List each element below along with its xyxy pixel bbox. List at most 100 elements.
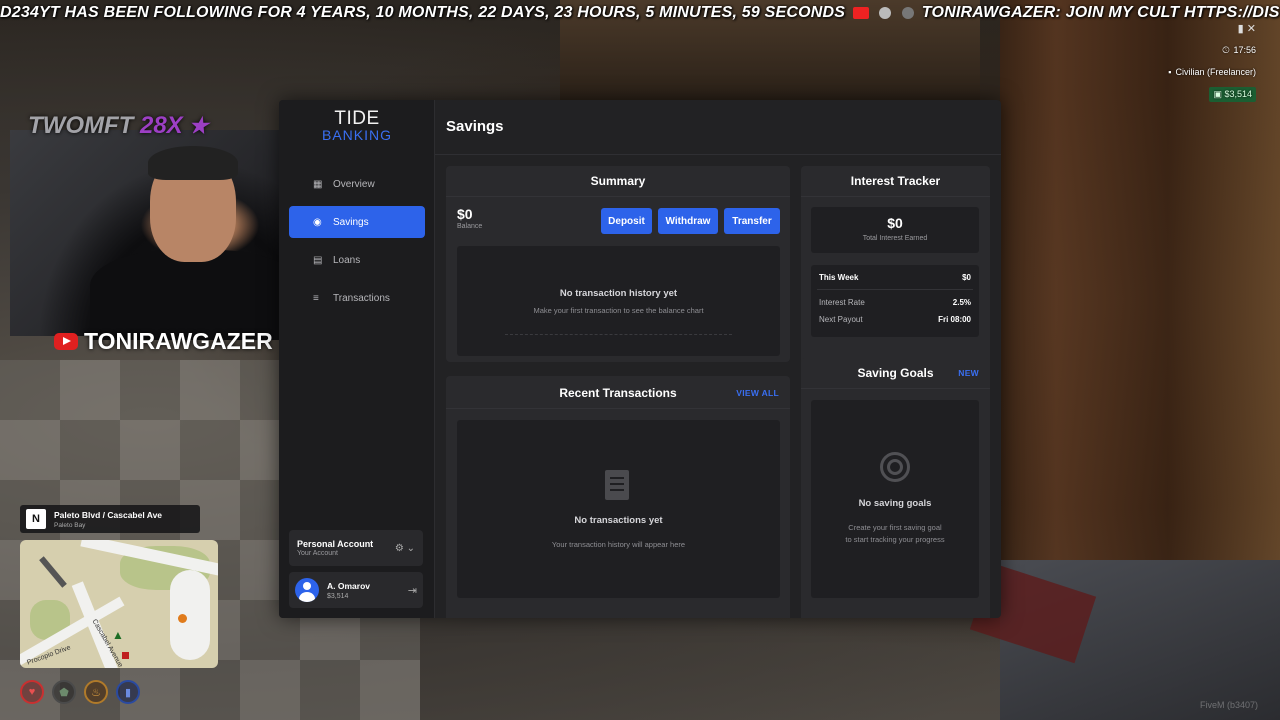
compass-icon: N <box>26 509 46 529</box>
ticker-text-2: TONIRAWGAZER: JOIN MY CULT HTTPS://DISCO… <box>921 4 1280 21</box>
health-icon: ♥ <box>20 680 44 704</box>
account-selector[interactable]: Personal Account Your Account ⚙ ⌄ <box>289 530 423 566</box>
account-title: Personal Account <box>297 539 374 549</box>
view-all-link[interactable]: VIEW ALL <box>736 388 779 398</box>
status-row: ♥ ⬟ ♨ ▮ <box>20 680 140 704</box>
ticker-text: D234YT HAS BEEN FOLLOWING FOR 4 YEARS, 1… <box>0 4 846 21</box>
balance-chart: No transaction history yet Make your fir… <box>457 246 780 356</box>
card-divider <box>801 388 990 389</box>
target-icon <box>880 452 910 482</box>
chart-empty-subtitle: Make your first transaction to see the b… <box>533 306 704 315</box>
gear-icon[interactable]: ⚙ ⌄ <box>395 543 415 554</box>
goals-empty-title: No saving goals <box>858 498 932 509</box>
interest-rate-row: Interest Rate 2.5% <box>819 298 971 307</box>
player-icon: ▲ <box>112 628 124 642</box>
sidebar-item-loans[interactable]: ▤ Loans <box>289 244 425 276</box>
youtube-icon <box>54 333 78 350</box>
transactions-empty-title: No transactions yet <box>574 515 663 526</box>
piggy-bank-icon: ◉ <box>313 216 322 228</box>
hud-time: 17:56 <box>1233 45 1256 55</box>
hud-cash: ▣ $3,514 <box>1209 86 1256 102</box>
goals-list: No saving goals Create your first saving… <box>811 400 979 598</box>
withdraw-button[interactable]: Withdraw <box>658 208 718 234</box>
transfer-button[interactable]: Transfer <box>724 208 780 234</box>
street-label: N Paleto Blvd / Cascabel Ave Paleto Bay <box>20 505 200 533</box>
youtube-tag: TONIRAWGAZER <box>54 328 273 355</box>
grid-icon: ▦ <box>313 178 323 190</box>
chart-empty-title: No transaction history yet <box>559 288 678 299</box>
brand-logo: TIDE BANKING <box>279 108 435 143</box>
header-divider <box>435 154 1001 155</box>
sidebar-item-label: Transactions <box>333 292 390 304</box>
thirst-icon: ▮ <box>116 680 140 704</box>
sidebar-item-savings[interactable]: ◉ Savings <box>289 206 425 238</box>
goals-empty-subtitle-2: to start tracking your progress <box>845 535 945 544</box>
next-payout-value: Fri 08:00 <box>938 315 971 324</box>
interest-rate-label: Interest Rate <box>819 298 865 307</box>
minimap: Procopio Drive Cascabel Avenue ▲ <box>20 540 218 668</box>
card-divider <box>446 196 790 197</box>
sidebar: TIDE BANKING ▦ Overview ◉ Savings ▤ Loan… <box>279 100 435 618</box>
hud-job-row: ▪ Civilian (Freelancer) <box>1168 66 1256 78</box>
card-divider <box>801 196 990 197</box>
list-icon: ≡ <box>313 292 319 304</box>
webcam-count: 28X <box>139 112 183 139</box>
sidebar-item-label: Loans <box>333 254 361 266</box>
interest-total-label: Total Interest Earned <box>862 235 928 242</box>
star-icon: ★ <box>188 113 209 138</box>
armor-icon: ⬟ <box>52 680 76 704</box>
webcam-hair <box>148 146 238 180</box>
hunger-icon: ♨ <box>84 680 108 704</box>
this-week-value: $0 <box>962 273 971 282</box>
summary-card: Summary $0 Balance Deposit Withdraw Tran… <box>446 166 790 362</box>
avatar <box>295 578 319 602</box>
blip-icon <box>122 652 129 659</box>
mic-icon: ▮ ✕ <box>1237 23 1256 35</box>
blip-icon <box>178 614 187 623</box>
hud-cash-row: ▣ $3,514 <box>1168 86 1256 102</box>
hud-job: Civilian (Freelancer) <box>1175 67 1256 77</box>
account-subtitle: Your Account <box>297 550 338 557</box>
balance-label: Balance <box>457 223 483 230</box>
logout-icon[interactable]: ⇥ <box>408 584 417 597</box>
stream-ticker: D234YT HAS BEEN FOLLOWING FOR 4 YEARS, 1… <box>0 4 1280 26</box>
summary-title: Summary <box>590 174 646 188</box>
page-title: Savings <box>446 118 504 135</box>
street-sub: Paleto Bay <box>54 521 86 529</box>
webcam-name: TWOMFT 28X ★ <box>28 112 208 140</box>
webcam-name-text: TWOMFT <box>28 112 134 139</box>
banking-app: TIDE BANKING ▦ Overview ◉ Savings ▤ Loan… <box>279 100 1001 618</box>
this-week-label: This Week <box>819 273 859 282</box>
camera-icon <box>852 7 869 19</box>
sidebar-item-label: Overview <box>333 178 375 190</box>
sidebar-item-label: Savings <box>333 216 369 228</box>
deposit-button[interactable]: Deposit <box>601 208 652 234</box>
next-payout-label: Next Payout <box>819 315 863 324</box>
watermark: FiveM (b3407) <box>1199 700 1258 710</box>
next-payout-row: Next Payout Fri 08:00 <box>819 315 971 324</box>
this-week-row: This Week $0 <box>819 273 971 282</box>
transactions-empty-subtitle: Your transaction history will appear her… <box>551 540 686 549</box>
main-content: Savings Summary $0 Balance Deposit Withd… <box>435 100 1001 618</box>
brand-subtitle: BANKING <box>321 127 392 143</box>
sidebar-nav: ▦ Overview ◉ Savings ▤ Loans ≡ Transacti… <box>279 168 435 320</box>
hud-right: 🕔︎ 17:56 ▪ Civilian (Freelancer) ▣ $3,51… <box>1168 44 1256 110</box>
new-goal-link[interactable]: NEW <box>958 368 979 378</box>
map-building <box>39 556 67 588</box>
sidebar-item-transactions[interactable]: ≡ Transactions <box>289 282 425 314</box>
interest-tracker-title: Interest Tracker <box>850 174 941 188</box>
balance-value: $0 <box>457 206 473 222</box>
user-balance: $3,514 <box>327 592 349 600</box>
clock-icon: 🕔︎ <box>1222 44 1230 55</box>
card-divider <box>446 408 790 409</box>
hud-time-row: 🕔︎ 17:56 <box>1168 44 1256 56</box>
recent-transactions-card: Recent Transactions VIEW ALL No transact… <box>446 376 790 618</box>
row-divider <box>817 289 973 290</box>
emote-icon <box>902 7 915 19</box>
sidebar-item-overview[interactable]: ▦ Overview <box>289 168 425 200</box>
youtube-handle: TONIRAWGAZER <box>84 328 273 354</box>
saving-goals-card: Saving Goals NEW No saving goals Create … <box>801 358 990 618</box>
webcam-body <box>90 250 300 340</box>
user-card: A. Omarov $3,514 ⇥ <box>289 572 423 608</box>
interest-rate-value: 2.5% <box>952 298 971 307</box>
